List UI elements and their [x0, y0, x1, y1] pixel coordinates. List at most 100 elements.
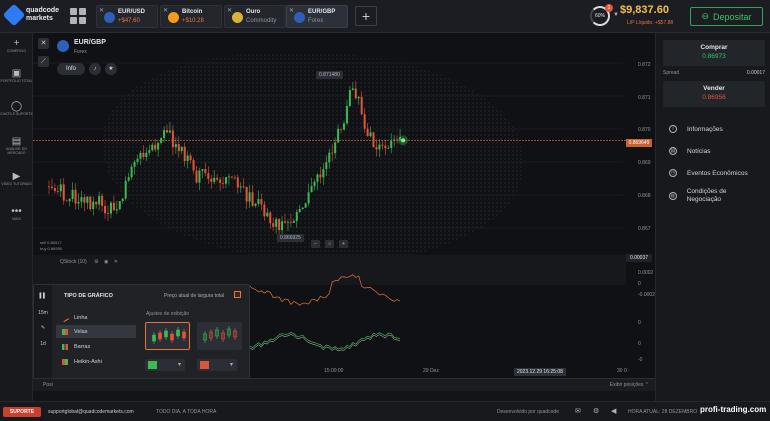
chart-type-popup: ▌▌ 15m ✎ 1d TIPO DE GRÁFICO Preço atual … [33, 284, 250, 381]
account-balance[interactable]: $9,837.60 [620, 4, 669, 16]
asset-name: Bitcoin [182, 9, 203, 15]
buy-button[interactable]: Comprar 0.86973 [663, 40, 765, 66]
candle-body [369, 132, 372, 137]
logo-icon [2, 3, 26, 27]
candle-body [95, 201, 98, 205]
sell-button[interactable]: Vender 0.86956 [663, 81, 765, 107]
chart-type-line[interactable]: Linha [56, 311, 136, 324]
candle-body [366, 128, 369, 137]
sell-price: 0.86956 [702, 94, 726, 101]
y-tick: 0.870 [638, 127, 651, 133]
candle-body [216, 177, 219, 180]
nav-item-market-analysis[interactable]: ▤ ANÁLISE DO MERCADO [0, 136, 33, 155]
ind-tick: 0 [638, 281, 641, 287]
candle-body [133, 161, 136, 167]
sell-hint: sell 0.86917 [40, 240, 62, 245]
grid-menu-icon[interactable] [70, 8, 86, 24]
candle-body [183, 146, 186, 162]
zoom-reset-icon[interactable]: ○ [325, 240, 335, 248]
settings-icon[interactable]: ⚙ [593, 407, 599, 415]
candle-body [86, 196, 89, 203]
candle-body [121, 198, 124, 202]
chat-icon: ◯ [10, 101, 23, 112]
y-tick: 0.871 [638, 95, 651, 101]
support-button[interactable]: SUPORTE [3, 407, 41, 417]
full-width-price-checkbox[interactable] [234, 291, 241, 298]
close-icon[interactable]: ✕ [289, 7, 294, 14]
chart-type-candles[interactable]: Velas [56, 325, 136, 338]
chevron-down-icon[interactable]: ▼ [613, 12, 619, 18]
close-icon: ✕ [113, 259, 118, 265]
zoom-in-icon[interactable]: + [339, 240, 348, 248]
zoom-out-icon[interactable]: − [311, 240, 320, 248]
nav-item-portfolio[interactable]: ▣ PORTFÓLIO TOTAL [0, 68, 33, 83]
display-settings-title: Ajustes de exibição [146, 311, 190, 317]
menu-item-news[interactable]: ▤ Notícias [669, 147, 710, 155]
ind-tick: -0 [638, 357, 643, 363]
timeframe-15m[interactable]: 15m [36, 310, 50, 316]
nav-label: ANÁLISE DO MERCADO [5, 147, 27, 155]
asset-tab-eurusd[interactable]: ✕ EUR/USD +$47.60 [96, 5, 158, 28]
draw-tool-icon[interactable]: ⟋ [38, 56, 49, 67]
close-chart-icon[interactable]: ✕ [38, 38, 49, 49]
chart-type-heikin-ashi[interactable]: Heikin-Ashi [56, 355, 136, 368]
mail-icon[interactable]: ✉ [575, 407, 581, 415]
asset-category: Forex [308, 18, 324, 24]
asset-tab-bitcoin[interactable]: ✕ Bitcoin +$10.28 [160, 5, 222, 28]
brand-logo[interactable]: quadcode markets [2, 3, 70, 27]
footer: SUPORTE supportglobal@quadcodemarkets.co… [0, 401, 770, 421]
spread-value: 0.00017 [746, 70, 765, 76]
positions-bar[interactable]: Posi Exibir posições ⌃ [33, 378, 655, 391]
candle-body [319, 174, 322, 178]
candle-body [195, 170, 198, 183]
chart-type-bars[interactable]: Barras [56, 340, 136, 353]
candle-body [230, 176, 233, 178]
timeframe-1d[interactable]: 1d [36, 341, 50, 347]
close-icon[interactable]: ✕ [99, 7, 104, 14]
nav-item-trade[interactable]: + COMERCIO [0, 38, 33, 53]
candle-body [56, 191, 59, 192]
candle-body [295, 212, 298, 221]
candle-icon[interactable]: ▌▌ [36, 293, 50, 299]
indicator-label[interactable]: QStock (10) ⚙ ◉ ✕ [60, 259, 118, 265]
candle-body [331, 152, 334, 154]
favorite-star-icon[interactable]: ★ [105, 63, 117, 75]
alert-bell-icon[interactable]: ♪ [89, 63, 101, 75]
candle-body [239, 186, 242, 188]
candle-body [136, 158, 139, 162]
asset-tab-eurgbp[interactable]: ✕ EUR/GBP Forex [286, 5, 348, 28]
add-asset-button[interactable]: + [355, 6, 377, 26]
candle-style-filled[interactable] [145, 322, 190, 350]
volume-icon[interactable]: ◀ [611, 407, 616, 415]
nav-item-chats[interactable]: ◯ CHATS E SUPORTE [0, 101, 33, 116]
candle-body [286, 221, 289, 223]
candle-body [213, 177, 216, 182]
up-color-picker[interactable]: ▾ [145, 359, 185, 371]
menu-item-economic-events[interactable]: ◷ Eventos Econômicos [669, 169, 748, 177]
candle-body [384, 145, 387, 149]
close-icon[interactable]: ✕ [163, 7, 168, 14]
pen-icon[interactable]: ✎ [36, 325, 50, 331]
portfolio-icon: ▣ [11, 68, 22, 79]
full-width-price-label: Preço atual de largura total [164, 293, 225, 299]
sell-label: Vender [703, 85, 725, 92]
asset-tab-ouro[interactable]: ✕ Ouro Commodity [224, 5, 286, 28]
developer-credit: Desenvolvido por quadcode [497, 409, 559, 415]
candle-body [148, 150, 151, 153]
candle-style-hollow[interactable] [197, 322, 242, 350]
show-positions-button[interactable]: Exibir posições ⌃ [610, 382, 649, 388]
candle-body [109, 202, 112, 214]
nav-item-more[interactable]: ••• MAIS [0, 206, 33, 221]
down-color-picker[interactable]: ▾ [197, 359, 237, 371]
support-email[interactable]: supportglobal@quadcodemarkets.com [48, 409, 134, 415]
menu-item-trading-conditions[interactable]: ◍ Condições de Negociação [669, 188, 759, 204]
info-button[interactable]: Info [57, 63, 85, 75]
candle-body [139, 152, 142, 159]
menu-item-info[interactable]: i Informações [669, 125, 723, 133]
close-icon[interactable]: ✕ [227, 7, 232, 14]
line-chart-icon [60, 313, 70, 322]
eye-icon: ◉ [103, 259, 109, 265]
candle-body [242, 186, 245, 188]
deposit-button[interactable]: ⊖ Depositar [690, 7, 763, 26]
nav-item-videos[interactable]: ▶ VÍDEO TUTORIAIS [0, 171, 33, 186]
